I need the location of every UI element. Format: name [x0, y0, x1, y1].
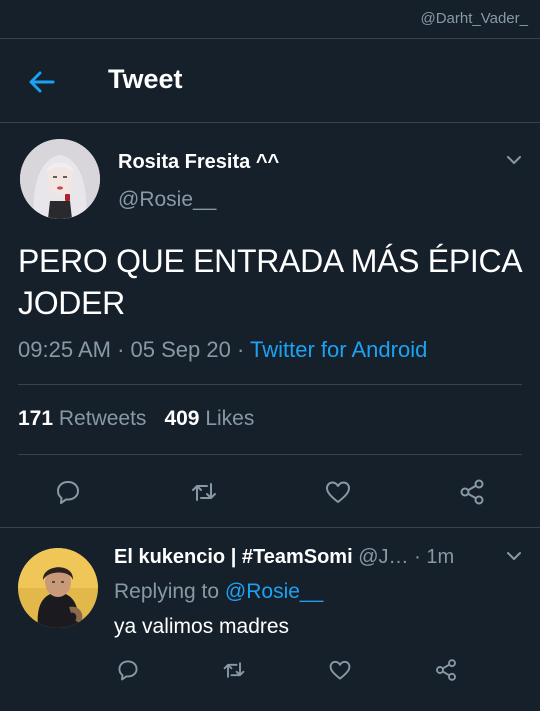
reply-author-name[interactable]: El kukencio | #TeamSomi: [114, 546, 353, 568]
replying-prefix: Replying to: [114, 580, 220, 603]
replying-to: Replying to @Rosie__: [114, 580, 323, 604]
likes-count: 409: [164, 407, 200, 430]
chevron-down-icon: [507, 552, 521, 560]
meta-separator: ·: [236, 337, 245, 362]
retweets-stat[interactable]: 171 Retweets: [18, 407, 146, 430]
back-button[interactable]: [26, 66, 58, 98]
tweet-time: 09:25 AM: [18, 337, 111, 362]
reply-retweet-button[interactable]: [222, 658, 246, 682]
speech-bubble-icon: [118, 660, 138, 681]
tweet-source-link[interactable]: Twitter for Android: [250, 337, 427, 362]
divider: [0, 527, 540, 528]
retweets-count: 171: [18, 407, 54, 430]
divider: [0, 38, 540, 39]
reply-like-button[interactable]: [328, 658, 352, 682]
heart-icon: [326, 481, 350, 503]
tweet-meta: 09:25 AM · 05 Sep 20 · Twitter for Andro…: [18, 337, 427, 363]
reply-age: 1m: [426, 546, 455, 568]
speech-bubble-icon: [57, 481, 79, 504]
reply-menu-button[interactable]: [504, 546, 524, 566]
retweet-icon: [223, 662, 245, 678]
share-icon: [460, 479, 484, 505]
author-handle[interactable]: @Rosie__: [118, 188, 216, 212]
meta-separator: ·: [414, 546, 421, 568]
chevron-down-icon: [507, 156, 521, 164]
divider: [18, 384, 522, 385]
likes-label: Likes: [205, 407, 255, 430]
tweet-stats: 171 Retweets 409 Likes: [18, 407, 254, 431]
watermark: @Darht_Vader_: [420, 10, 528, 27]
reply-button[interactable]: [54, 478, 82, 506]
divider: [18, 454, 522, 455]
meta-separator: ·: [117, 337, 125, 362]
reply-share-button[interactable]: [434, 658, 458, 682]
tweet-menu-button[interactable]: [504, 150, 524, 170]
like-button[interactable]: [324, 478, 352, 506]
likes-stat[interactable]: 409 Likes: [164, 407, 254, 430]
divider: [0, 122, 540, 123]
share-button[interactable]: [458, 478, 486, 506]
heart-icon: [329, 660, 351, 680]
tweet-date: 05 Sep 20: [130, 337, 231, 362]
replying-to-link[interactable]: @Rosie__: [225, 580, 323, 603]
avatar[interactable]: [20, 139, 100, 219]
page-title: Tweet: [108, 64, 183, 94]
retweet-button[interactable]: [190, 478, 218, 506]
reply-text: ya valimos madres: [114, 615, 290, 638]
reply-header: El kukencio | #TeamSomi @J… · 1m: [114, 546, 489, 569]
share-icon: [436, 659, 456, 681]
reply-author-handle[interactable]: @J…: [358, 546, 408, 568]
avatar[interactable]: [18, 548, 98, 628]
author-name[interactable]: Rosita Fresita ^^: [118, 151, 279, 174]
tweet-text: PERO QUE ENTRADA MÁS ÉPICA JODER: [18, 243, 521, 321]
arrow-left-icon: [29, 71, 55, 93]
retweets-label: Retweets: [58, 407, 147, 430]
reply-reply-button[interactable]: [116, 658, 140, 682]
retweet-icon: [192, 483, 216, 501]
